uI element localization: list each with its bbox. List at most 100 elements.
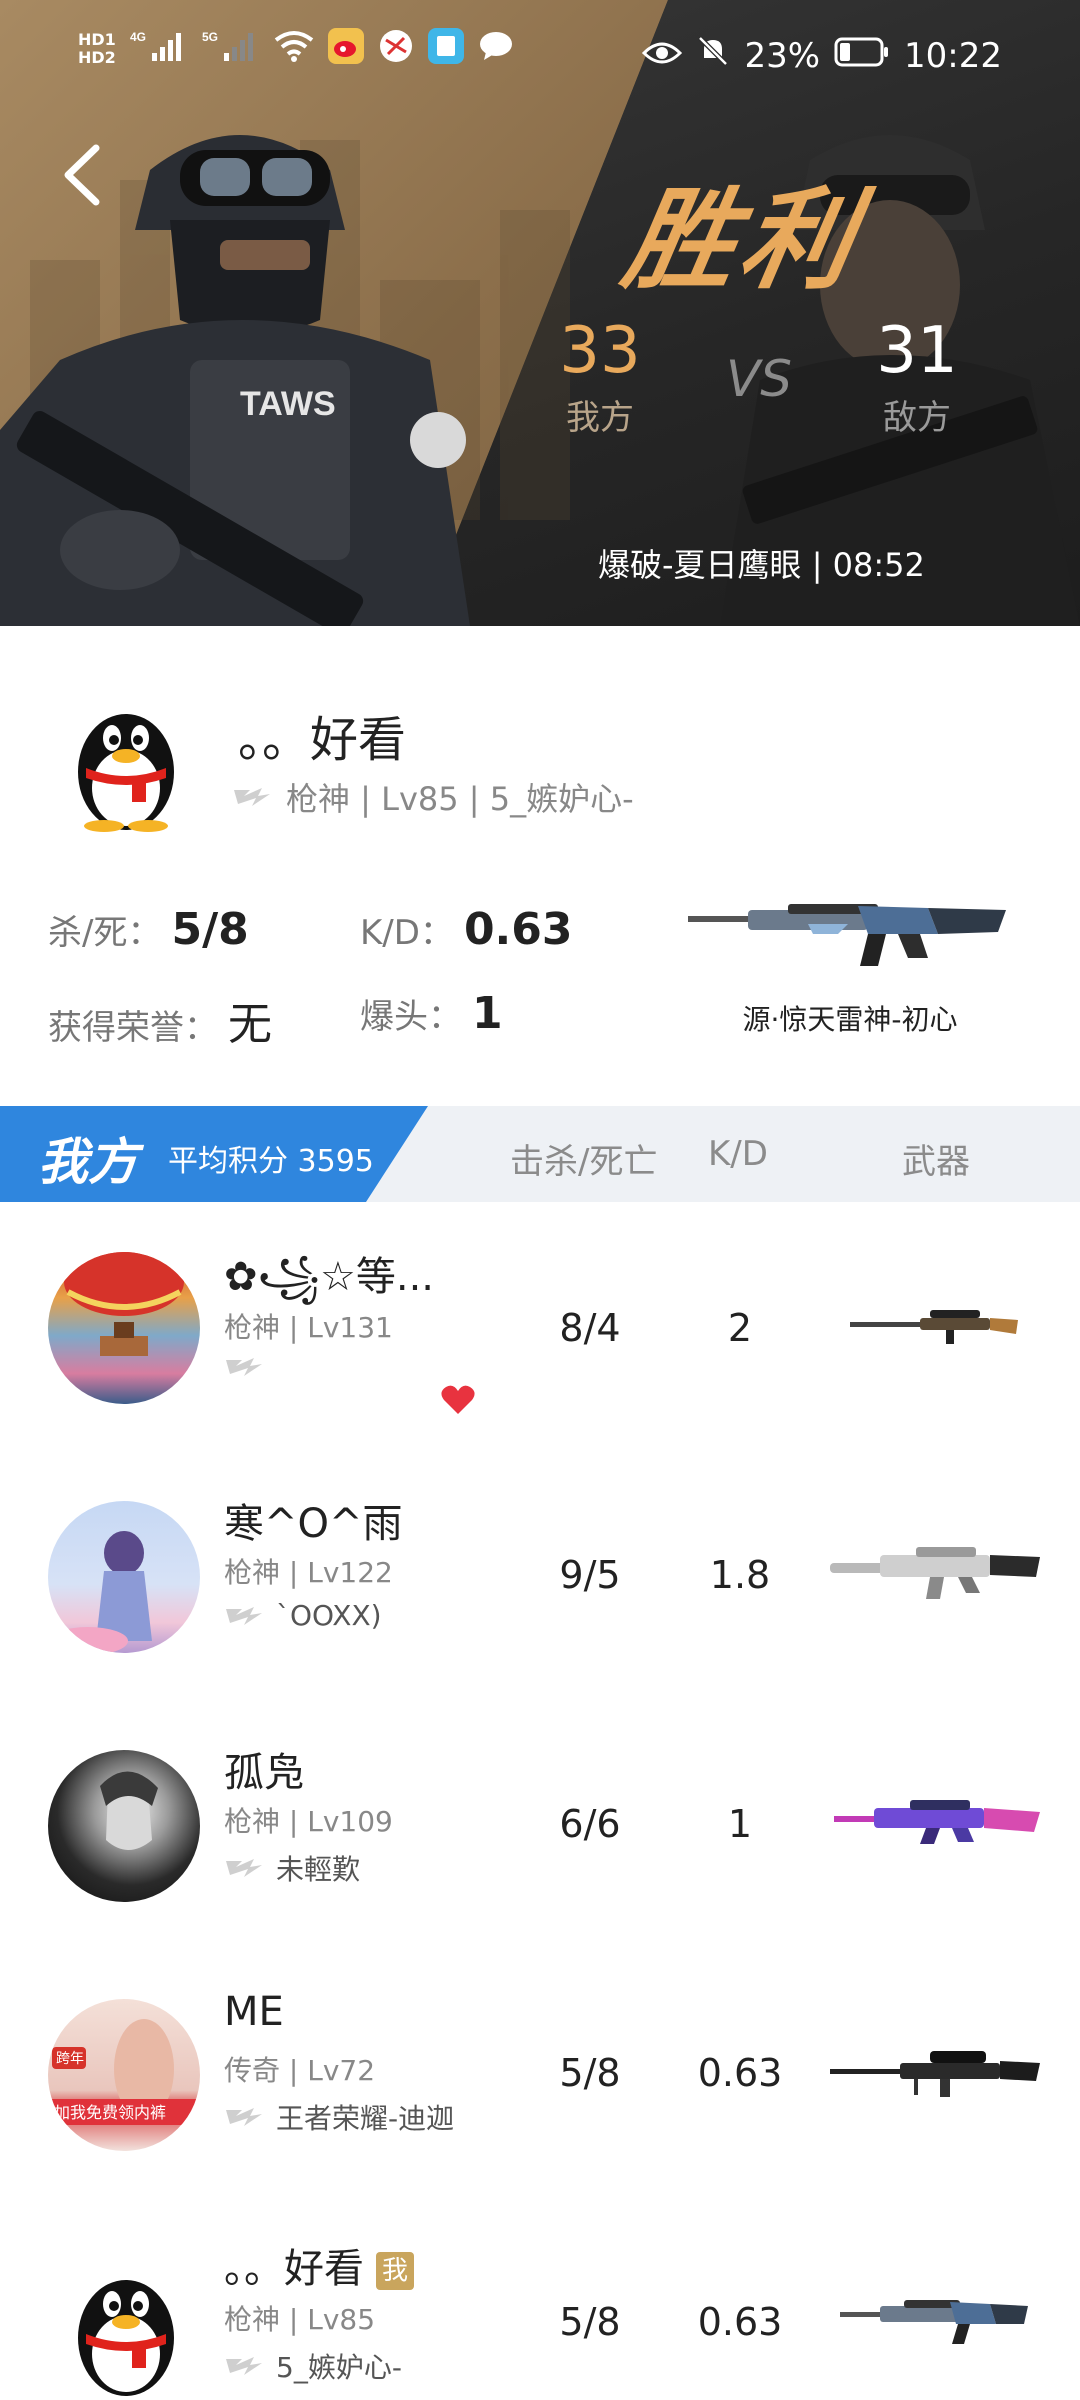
crossfire-logo-icon xyxy=(226,1859,262,1877)
main-weapon-name: 源·惊天雷神-初心 xyxy=(742,1003,958,1036)
player-clan: 5_嫉妒心- xyxy=(224,2346,402,2386)
player-clan-name: 王者荣耀-迪迦 xyxy=(276,2102,455,2135)
headshot-label: 爆头： xyxy=(360,997,462,1037)
kill-death-stat: 杀/死： 5/8 xyxy=(48,904,249,955)
sniper-rifle-icon[interactable] xyxy=(850,1306,1020,1346)
player-row[interactable]: 孤凫 枪神 | Lv109 未輕歎 6/6 1 xyxy=(0,1700,1080,1949)
player-kills-deaths: 5/8 xyxy=(559,2300,621,2344)
crossfire-logo-icon xyxy=(234,788,270,806)
player-avatar[interactable] xyxy=(48,1252,200,1404)
match-result-banner: TAWS HD1 HD2 4G 5G 23% 10:22 胜利 33 我方 VS… xyxy=(0,0,1080,626)
purple-rifle-icon[interactable] xyxy=(834,1796,1042,1846)
player-rank-level: 枪神 | Lv109 xyxy=(224,1805,393,1838)
mute-bell-icon xyxy=(696,34,730,77)
enemy-score-label: 敌方 xyxy=(883,398,951,438)
our-score-value: 33 xyxy=(559,314,641,388)
column-header-weapon: 武器 xyxy=(902,1142,970,1182)
match-result-title: 胜利 xyxy=(614,175,870,304)
back-button[interactable] xyxy=(56,140,116,210)
player-name: 寒^O^雨 xyxy=(224,1501,403,1547)
kd-ratio-label: K/D： xyxy=(360,913,454,953)
cellular-signal-4g-icon: 4G xyxy=(130,29,188,68)
anime-boy-image xyxy=(48,1531,152,1653)
player-clan: 未輕歎 xyxy=(224,1848,360,1888)
clock-time: 10:22 xyxy=(904,35,1002,76)
qq-penguin-avatar[interactable] xyxy=(66,692,186,832)
honor-label: 获得荣誉： xyxy=(48,1008,218,1048)
player-name: 孤凫 xyxy=(224,1750,304,1796)
player-kills-deaths: 6/6 xyxy=(559,1802,621,1846)
swat-badge-text: TAWS xyxy=(240,385,336,423)
silver-rifle-icon[interactable] xyxy=(830,1539,1042,1601)
team-name: 我方 xyxy=(38,1133,138,1191)
player-row-me[interactable]: 。。好看我 枪神 | Lv85 5_嫉妒心- 5/8 0.63 xyxy=(0,2198,1080,2400)
player-kd-ratio: 1 xyxy=(727,1802,753,1846)
eye-comfort-icon xyxy=(642,36,683,76)
player-kd-ratio: 1.8 xyxy=(709,1553,771,1597)
kill-death-label: 杀/死： xyxy=(48,913,162,953)
player-rank-level: 枪神 | Lv85 xyxy=(224,2303,376,2336)
player-avatar[interactable]: 跨年 加我免费领内裤 xyxy=(48,1999,200,2151)
player-row[interactable]: 寒^O^雨 枪神 | Lv122 `OOXX) 9/5 1.8 xyxy=(0,1451,1080,1700)
player-clan-name: `OOXX) xyxy=(276,1599,382,1632)
kill-death-value: 5/8 xyxy=(171,904,249,955)
like-heart-icon[interactable] xyxy=(440,1384,476,1416)
headshot-stat: 爆头： 1 xyxy=(360,988,503,1039)
player-clan: `OOXX) xyxy=(224,1599,382,1632)
player-row[interactable]: 跨年 加我免费领内裤 ME 传奇 | Lv72 王者荣耀-迪迦 5/8 0.63 xyxy=(0,1949,1080,2198)
chevron-left-icon xyxy=(64,144,100,206)
our-score-label: 我方 xyxy=(566,398,634,438)
svg-text:4G: 4G xyxy=(130,30,146,44)
team-header-bar: 我方 平均积分 3595 击杀/死亡 K/D 武器 xyxy=(0,1106,1080,1202)
wifi-icon xyxy=(274,30,314,67)
main-weapon-rifle-icon[interactable] xyxy=(688,894,1008,976)
headshot-value: 1 xyxy=(472,988,503,1039)
promo-image: 跨年 加我免费领内裤 xyxy=(48,2019,200,2125)
player-kd-ratio: 0.63 xyxy=(697,2051,783,2095)
svg-text:5G: 5G xyxy=(202,30,218,44)
crossfire-logo-icon xyxy=(226,2108,262,2126)
weibo-app-icon xyxy=(327,28,364,69)
player-name: 。。好看 xyxy=(224,2246,364,2292)
player-kd-ratio: 2 xyxy=(727,1306,753,1350)
me-badge: 我 xyxy=(376,2252,414,2290)
versus-label: VS xyxy=(726,350,792,408)
honor-stat: 获得荣誉： 无 xyxy=(48,988,272,1052)
crossfire-logo-icon xyxy=(226,2357,262,2375)
team-player-list: ✿꧁☆等... 枪神 | Lv131 8/4 2 寒^O^雨 枪神 | Lv12… xyxy=(0,1202,1080,2400)
blue-rifle-icon[interactable] xyxy=(840,2294,1030,2346)
our-team-score: 33 我方 xyxy=(545,316,655,439)
qq-penguin-avatar[interactable] xyxy=(66,2258,186,2398)
player-clan-name: 5_嫉妒心- xyxy=(276,2351,402,2384)
status-bar: HD1 HD2 4G 5G 23% 10:22 xyxy=(0,0,1080,110)
player-row[interactable]: ✿꧁☆等... 枪神 | Lv131 8/4 2 xyxy=(0,1202,1080,1451)
cellular-signal-5g-icon: 5G xyxy=(202,29,260,68)
honor-value: 无 xyxy=(228,999,272,1050)
player-rank-level: 枪神 | Lv122 xyxy=(224,1556,393,1589)
enemy-score-value: 31 xyxy=(876,314,958,388)
browser-app-icon xyxy=(378,28,414,69)
player-clan xyxy=(224,1354,276,1380)
kd-ratio-value: 0.63 xyxy=(463,904,573,955)
promo-tag-text: 跨年 xyxy=(56,2051,84,2067)
battery-icon xyxy=(834,36,890,76)
player-avatar[interactable] xyxy=(48,1501,200,1653)
player-kills-deaths: 8/4 xyxy=(559,1306,621,1350)
battery-percent: 23% xyxy=(744,35,821,76)
crossfire-logo-icon xyxy=(226,1606,262,1625)
player-kills-deaths: 9/5 xyxy=(559,1553,621,1597)
player-rank-level: 枪神 | Lv131 xyxy=(224,1311,393,1344)
heavy-sniper-icon[interactable] xyxy=(830,2049,1042,2099)
player-kd-ratio: 0.63 xyxy=(697,2300,783,2344)
player-rank-level: 传奇 | Lv72 xyxy=(224,2054,376,2087)
portrait-image xyxy=(100,1771,158,1850)
player-avatar[interactable] xyxy=(48,1750,200,1902)
team-average-score: 平均积分 3595 xyxy=(168,1144,374,1179)
enemy-team-score: 31 敌方 xyxy=(862,316,972,439)
player-kills-deaths: 5/8 xyxy=(559,2051,621,2095)
match-mode-and-duration: 爆破-夏日鹰眼 | 08:52 xyxy=(598,546,925,584)
player-name: 。。好看 xyxy=(238,712,407,768)
my-profile-card: 。。好看 枪神 | Lv85 | 5_嫉妒心- 杀/死： 5/8 K/D： 0.… xyxy=(0,626,1080,1106)
hd-signal-label: HD1 HD2 xyxy=(78,29,116,67)
player-subtitle: 枪神 | Lv85 | 5_嫉妒心- xyxy=(232,774,634,820)
